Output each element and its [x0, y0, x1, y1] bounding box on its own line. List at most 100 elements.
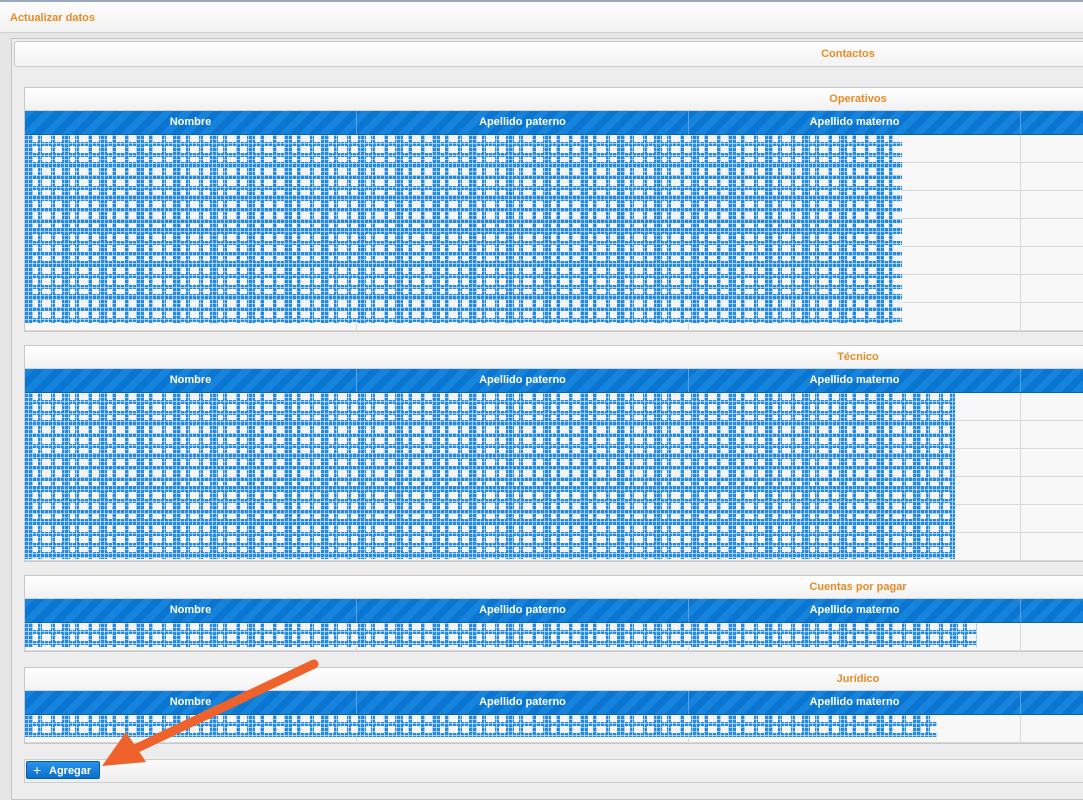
cell-apellido-paterno: [357, 623, 689, 650]
section-title-bar: Cuentas por pagar: [25, 576, 1083, 599]
section-title-bar: Técnico: [25, 346, 1083, 369]
cell-extra: [1021, 623, 1083, 650]
table-header: Nombre Apellido paterno Apellido materno: [25, 111, 1083, 135]
cell-nombre: [25, 505, 357, 532]
table-header: Nombre Apellido paterno Apellido materno: [25, 599, 1083, 623]
add-button-label: Agregar: [49, 765, 92, 777]
table-row[interactable]: [25, 533, 1083, 561]
cell-apellido-materno: [689, 247, 1021, 274]
table-row[interactable]: [25, 449, 1083, 477]
cell-apellido-materno: [689, 393, 1021, 420]
section-title: Técnico: [837, 351, 879, 363]
table-row[interactable]: [25, 163, 1083, 191]
section-operativos: Operativos Nombre Apellido paterno Apell…: [24, 87, 1083, 332]
cell-extra: [1021, 505, 1083, 532]
column-header-extra: [1021, 111, 1083, 134]
column-header-apellido-materno[interactable]: Apellido materno: [689, 111, 1021, 134]
section-title: Cuentas por pagar: [809, 581, 907, 593]
table-row[interactable]: [25, 219, 1083, 247]
column-header-apellido-materno[interactable]: Apellido materno: [689, 691, 1021, 714]
cell-nombre: [25, 135, 357, 162]
cell-nombre: [25, 533, 357, 560]
cell-apellido-materno: [689, 715, 1021, 742]
cell-nombre: [25, 191, 357, 218]
cell-extra: [1021, 533, 1083, 560]
cell-nombre: [25, 163, 357, 190]
cell-nombre: [25, 623, 357, 650]
cell-apellido-paterno: [357, 219, 689, 246]
cell-extra: [1021, 715, 1083, 742]
cell-extra: [1021, 247, 1083, 274]
table-row[interactable]: [25, 421, 1083, 449]
page-header: Actualizar datos: [0, 2, 1083, 33]
cell-nombre: [25, 477, 357, 504]
table-row[interactable]: [25, 393, 1083, 421]
cell-nombre: [25, 421, 357, 448]
column-header-apellido-paterno[interactable]: Apellido paterno: [357, 691, 689, 714]
add-button[interactable]: + Agregar: [26, 761, 100, 779]
column-header-apellido-paterno[interactable]: Apellido paterno: [357, 599, 689, 622]
cell-apellido-materno: [689, 623, 1021, 650]
cell-apellido-materno: [689, 191, 1021, 218]
column-header-extra: [1021, 691, 1083, 714]
cell-apellido-materno: [689, 421, 1021, 448]
cell-extra: [1021, 191, 1083, 218]
table-body: [25, 135, 1083, 331]
cell-apellido-paterno: [357, 393, 689, 420]
table-header: Nombre Apellido paterno Apellido materno: [25, 369, 1083, 393]
column-header-nombre[interactable]: Nombre: [25, 369, 357, 392]
cell-extra: [1021, 477, 1083, 504]
table-row[interactable]: [25, 715, 1083, 743]
table-row[interactable]: [25, 191, 1083, 219]
cell-apellido-paterno: [357, 533, 689, 560]
cell-nombre: [25, 247, 357, 274]
section-cuentas-por-pagar: Cuentas por pagar Nombre Apellido patern…: [24, 575, 1083, 652]
table-row[interactable]: [25, 623, 1083, 651]
column-header-apellido-materno[interactable]: Apellido materno: [689, 599, 1021, 622]
section-juridico: Jurídico Nombre Apellido paterno Apellid…: [24, 667, 1083, 744]
section-tecnico: Técnico Nombre Apellido paterno Apellido…: [24, 345, 1083, 562]
cell-apellido-paterno: [357, 477, 689, 504]
cell-extra: [1021, 163, 1083, 190]
column-header-nombre[interactable]: Nombre: [25, 599, 357, 622]
section-title-bar: Jurídico: [25, 668, 1083, 691]
cell-nombre: [25, 715, 357, 742]
cell-extra: [1021, 449, 1083, 476]
page-title: Actualizar datos: [10, 12, 95, 24]
cell-apellido-paterno: [357, 505, 689, 532]
table-row[interactable]: [25, 505, 1083, 533]
table-row[interactable]: [25, 247, 1083, 275]
cell-apellido-materno: [689, 533, 1021, 560]
form-footer: [24, 759, 1083, 783]
plus-icon: +: [33, 762, 42, 778]
cell-extra: [1021, 421, 1083, 448]
cell-extra: [1021, 275, 1083, 302]
cell-extra: [1021, 219, 1083, 246]
column-header-apellido-paterno[interactable]: Apellido paterno: [357, 369, 689, 392]
table-row[interactable]: [25, 477, 1083, 505]
table-body: [25, 715, 1083, 743]
table-row[interactable]: [25, 275, 1083, 303]
column-header-nombre[interactable]: Nombre: [25, 691, 357, 714]
cell-apellido-materno: [689, 135, 1021, 162]
table-row[interactable]: [25, 135, 1083, 163]
column-header-extra: [1021, 369, 1083, 392]
cell-apellido-paterno: [357, 421, 689, 448]
cell-apellido-materno: [689, 163, 1021, 190]
cell-apellido-paterno: [357, 163, 689, 190]
cell-apellido-paterno: [357, 247, 689, 274]
cell-apellido-paterno: [357, 135, 689, 162]
cell-apellido-paterno: [357, 715, 689, 742]
cell-apellido-paterno: [357, 191, 689, 218]
section-title: Operativos: [829, 93, 887, 105]
cell-nombre: [25, 449, 357, 476]
table-row[interactable]: [25, 303, 1083, 331]
cell-apellido-materno: [689, 477, 1021, 504]
cell-nombre: [25, 393, 357, 420]
contacts-section-header: Contactos: [14, 41, 1083, 67]
section-title-bar: Operativos: [25, 88, 1083, 111]
column-header-apellido-paterno[interactable]: Apellido paterno: [357, 111, 689, 134]
column-header-nombre[interactable]: Nombre: [25, 111, 357, 134]
cell-apellido-materno: [689, 303, 1021, 330]
column-header-apellido-materno[interactable]: Apellido materno: [689, 369, 1021, 392]
